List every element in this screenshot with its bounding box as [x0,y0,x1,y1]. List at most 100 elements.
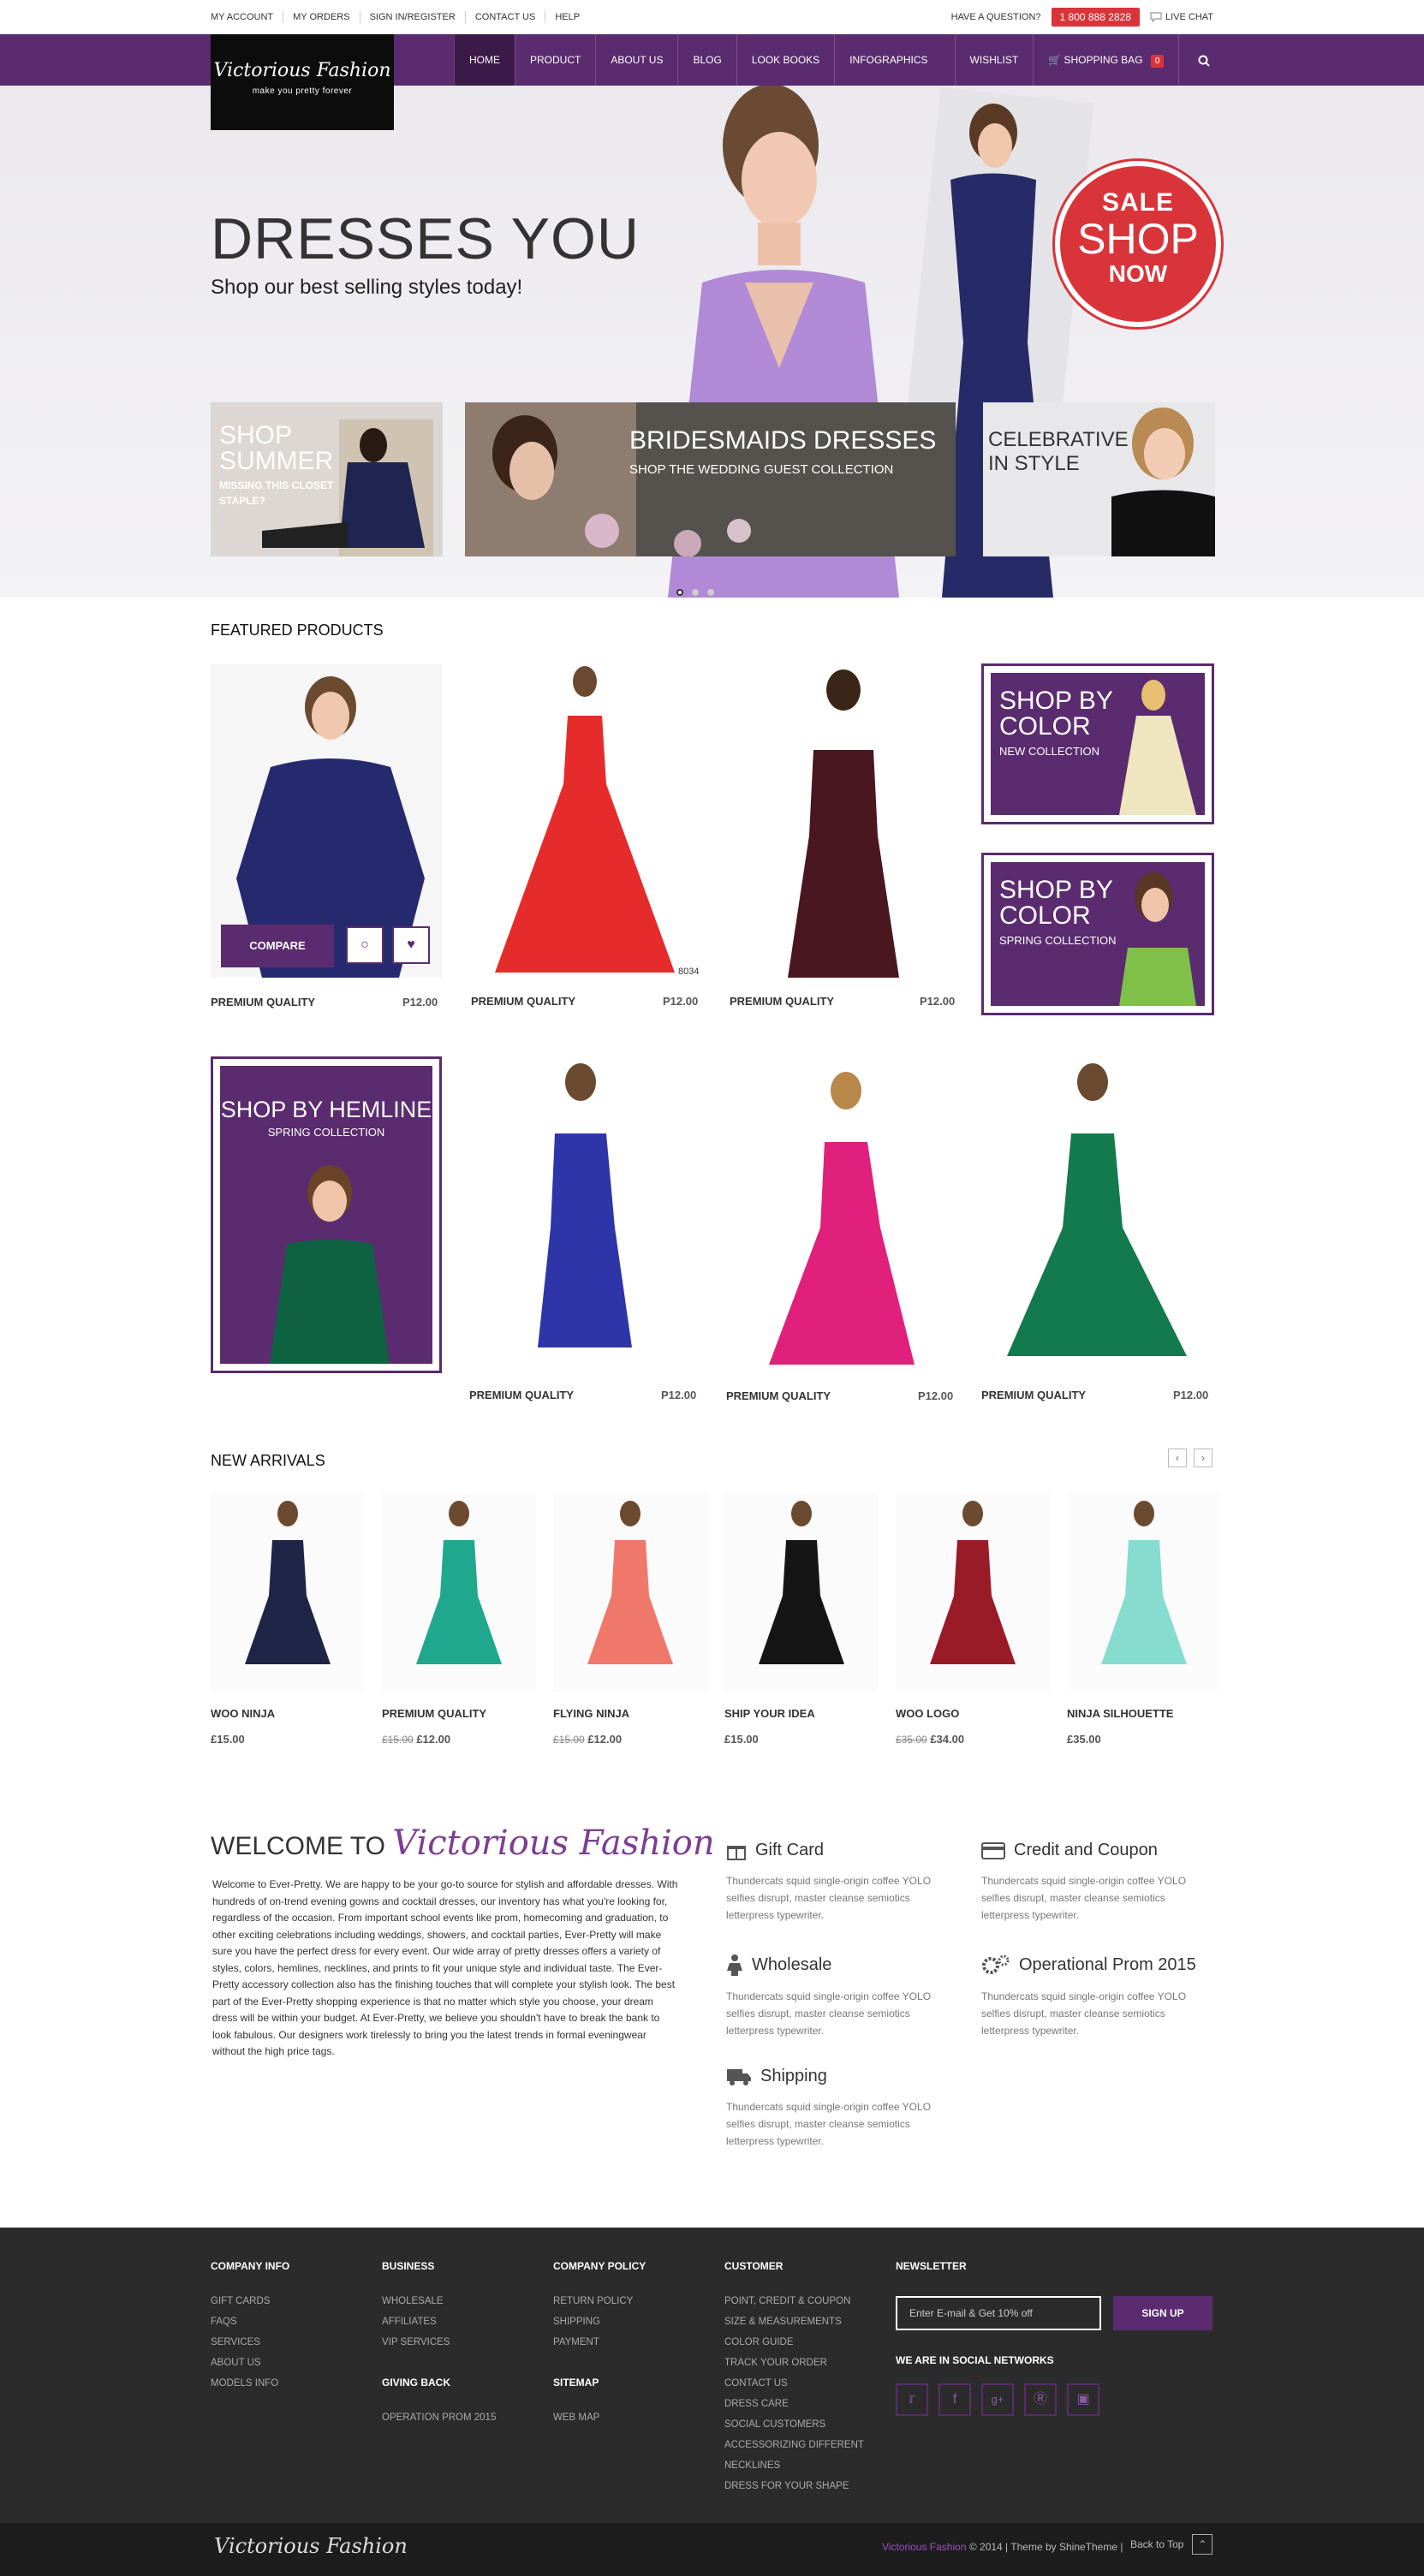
footer-company-info: COMPANY INFO GIFT CARDS FAQS SERVICES AB… [211,2260,289,2394]
instagram-icon[interactable]: ▣ [1067,2383,1099,2416]
product-name: PREMIUM QUALITY [981,1389,1087,1401]
promo-summer-title-1: SHOP [219,421,293,449]
product-card[interactable]: PREMIUM QUALITY P12.00 [981,1056,1212,1401]
arrival-card[interactable]: WOO LOGO £35.00 £34.00 [896,1493,1050,1750]
sign-up-button[interactable]: SIGN UP [1113,2296,1212,2330]
footer-heading: NEWSLETTER [896,2260,967,2272]
arrival-card[interactable]: NINJA SILHOUETTE £35.00 [1067,1493,1221,1750]
arrival-card[interactable]: FLYING NINJA £15.00 £12.00 [553,1493,707,1750]
promo-celebrative-title-1: CELEBRATIVE [988,428,1129,451]
footer-link[interactable]: RETURN POLICY [553,2291,646,2311]
footer-link[interactable]: TRACK YOUR ORDER [724,2353,864,2373]
nav-shopping-bag[interactable]: 🛒 SHOPPING BAG 0 [1033,34,1178,86]
feature-credit-coupon[interactable]: Credit and Coupon Thundercats squid sing… [981,1841,1204,1924]
promo-celebrative[interactable]: CELEBRATIVE IN STYLE [983,402,1215,556]
footer-link[interactable]: POINT, CREDIT & COUPON [724,2291,864,2311]
slider-dot-1[interactable] [676,589,683,596]
footer-link[interactable]: SOCIAL CUSTOMERS [724,2414,864,2435]
nav-product[interactable]: PRODUCT [515,34,595,86]
feature-gift-card[interactable]: Gift Card Thundercats squid single-origi… [726,1841,949,1924]
quick-view-button[interactable]: ○ [346,926,384,964]
copyright-brand[interactable]: Victorious Fashion [882,2541,967,2553]
nav-blog[interactable]: BLOG [677,34,736,86]
arrival-price: £15.00 [211,1733,245,1746]
nav-search[interactable] [1178,34,1229,86]
logo-name: Victorious Fashion [213,60,391,81]
product-card[interactable]: PREMIUM QUALITY P12.00 [469,1056,700,1401]
footer-link[interactable]: ABOUT US [211,2353,289,2373]
my-orders-link[interactable]: MY ORDERS [283,11,359,23]
arrivals-prev-button[interactable]: ‹ [1168,1449,1187,1467]
footer-link[interactable]: SERVICES [211,2332,289,2353]
promo-shop-summer[interactable]: SHOP SUMMER MISSING THIS CLOSET STAPLE? [211,402,443,556]
product-card[interactable]: PREMIUM QUALITY P12.00 [728,664,959,1008]
footer-link[interactable]: VIP SERVICES [382,2332,496,2353]
footer-logo[interactable]: Victorious Fashion [214,2534,408,2558]
promo-summer-sub-1: MISSING THIS CLOSET [219,479,334,491]
footer-link[interactable]: COLOR GUIDE [724,2332,864,2353]
footer-link[interactable]: GIFT CARDS [211,2291,289,2311]
slider-dot-2[interactable] [692,589,699,596]
footer-link[interactable]: SHIPPING [553,2311,646,2332]
nav-wishlist[interactable]: WISHLIST [954,34,1034,86]
arrival-card[interactable]: WOO NINJA £15.00 [211,1493,365,1750]
slider-dot-3[interactable] [707,589,714,596]
nav-about-us[interactable]: ABOUT US [595,34,677,86]
google-plus-icon[interactable]: g+ [981,2383,1014,2416]
phone-badge[interactable]: 1 800 888 2828 [1051,8,1140,27]
feature-title: Wholesale [752,1954,832,1974]
footer-link[interactable]: CONTACT US [724,2373,864,2394]
arrival-card[interactable]: PREMIUM QUALITY £15.00 £12.00 [382,1493,536,1750]
nav-infographics[interactable]: INFOGRAPHICS [834,34,942,86]
nav-look-books[interactable]: LOOK BOOKS [736,34,834,86]
arrival-current-price: £15.00 [724,1733,759,1746]
product-card[interactable]: COMPARE ○ ♥ PREMIUM QUALITY P12.00 [211,664,442,1008]
footer-link[interactable]: ACCESSORIZING DIFFERENT [724,2435,864,2455]
footer-link[interactable]: DRESS FOR YOUR SHAPE [724,2476,864,2496]
feature-shipping[interactable]: Shipping Thundercats squid single-origin… [726,2067,949,2150]
featured-heading: FEATURED PRODUCTS [211,622,384,639]
product-name: PREMIUM QUALITY [211,996,316,1008]
gears-icon [982,1954,1010,1974]
shop-by-hemline-tile[interactable]: SHOP BY HEMLINE SPRING COLLECTION [211,1056,442,1373]
footer-link[interactable]: SIZE & MEASUREMENTS [724,2311,864,2332]
twitter-icon[interactable]: 𝕣 [896,2383,928,2416]
footer-link[interactable]: PAYMENT [553,2332,646,2353]
footer-link[interactable]: DRESS CARE [724,2394,864,2414]
footer-link[interactable]: OPERATION PROM 2015 [382,2407,496,2428]
arrival-card[interactable]: SHIP YOUR IDEA £15.00 [724,1493,879,1750]
footer-link[interactable]: AFFILIATES [382,2311,496,2332]
product-card[interactable]: PREMIUM QUALITY P12.00 [726,1056,957,1402]
facebook-icon[interactable]: f [938,2383,971,2416]
site-logo[interactable]: Victorious Fashion make you pretty forev… [211,34,394,130]
arrivals-next-button[interactable]: › [1194,1449,1212,1467]
product-image-fuchsia [726,1056,957,1370]
wishlist-button[interactable]: ♥ [392,926,430,964]
contact-us-link[interactable]: CONTACT US [464,11,545,23]
arrival-price: £35.00 [1067,1733,1101,1746]
shop-by-color-new-tile[interactable]: SHOP BY COLOR NEW COLLECTION [981,663,1214,824]
nav-home[interactable]: HOME [454,34,515,86]
feature-wholesale[interactable]: Wholesale Thundercats squid single-origi… [726,1954,949,2039]
product-price: P12.00 [663,995,699,1008]
shop-by-color-spring-tile[interactable]: SHOP BY COLOR SPRING COLLECTION [981,853,1214,1015]
promo-bridesmaids[interactable]: BRIDESMAIDS DRESSES SHOP THE WEDDING GUE… [465,402,956,556]
sale-shop-now-badge[interactable]: SALE SHOP NOW [1055,161,1221,327]
footer-link[interactable]: WHOLESALE [382,2291,496,2311]
my-account-link[interactable]: MY ACCOUNT [211,11,283,23]
sign-in-register-link[interactable]: SIGN IN/REGISTER [359,11,465,23]
footer-link[interactable]: NECKLINES [724,2455,864,2476]
compare-button[interactable]: COMPARE [221,925,334,967]
feature-operational-prom[interactable]: Operational Prom 2015 Thundercats squid … [981,1954,1204,2039]
footer-link[interactable]: FAQS [211,2311,289,2332]
product-card[interactable]: 8034 PREMIUM QUALITY P12.00 [469,664,700,1008]
footer-link[interactable]: MODELS INFO [211,2373,289,2394]
newsletter-email-input[interactable]: Enter E-mail & Get 10% off [896,2296,1101,2330]
pinterest-icon[interactable]: Ⓡ [1024,2383,1057,2416]
help-link[interactable]: HELP [545,11,589,23]
page: MY ACCOUNT MY ORDERS SIGN IN/REGISTER CO… [0,0,1424,2576]
back-to-top[interactable]: Back to Top ⌃ [1130,2534,1213,2555]
live-chat-link[interactable]: LIVE CHAT [1150,12,1213,22]
arrival-name: WOO NINJA [211,1707,276,1720]
footer-link[interactable]: WEB MAP [553,2407,646,2428]
